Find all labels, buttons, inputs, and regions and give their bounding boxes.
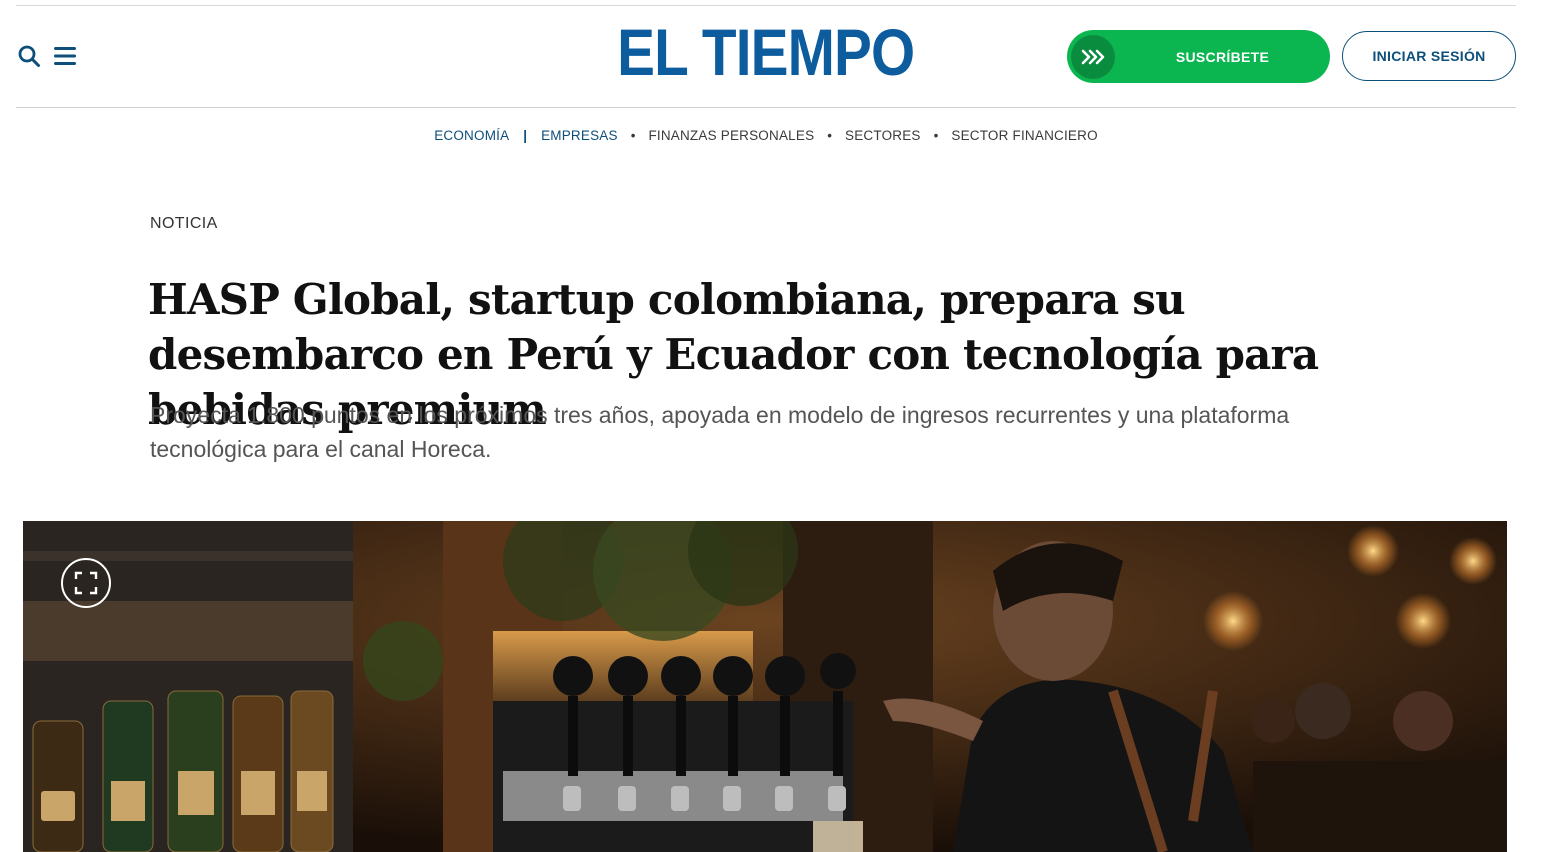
subnav-item-sector-financiero[interactable]: SECTOR FINANCIERO bbox=[951, 128, 1097, 143]
subnav-item-empresas[interactable]: EMPRESAS bbox=[541, 128, 618, 143]
subnav-dot: • bbox=[630, 127, 636, 143]
search-icon[interactable] bbox=[16, 43, 42, 69]
hamburger-menu-icon[interactable] bbox=[52, 43, 78, 69]
page: EL TIEMPO SUSCRÍBETE INICIAR SESIÓN ECON… bbox=[0, 0, 1552, 852]
article-kicker: NOTICIA bbox=[150, 215, 218, 232]
subnav-dot: • bbox=[827, 127, 833, 143]
double-chevron-right-icon bbox=[1071, 35, 1115, 79]
expand-fullscreen-icon[interactable] bbox=[61, 558, 111, 608]
subnav-item-sectores[interactable]: SECTORES bbox=[845, 128, 921, 143]
subscribe-button[interactable]: SUSCRÍBETE bbox=[1067, 30, 1330, 83]
subscribe-label: SUSCRÍBETE bbox=[1175, 48, 1270, 65]
header-left-tools bbox=[16, 42, 78, 70]
section-breadcrumb-nav: ECONOMÍA | EMPRESAS • FINANZAS PERSONALE… bbox=[0, 126, 1532, 144]
subnav-dot: • bbox=[933, 127, 939, 143]
subnav-separator: | bbox=[523, 127, 528, 143]
site-logo[interactable]: EL TIEMPO bbox=[604, 15, 928, 89]
login-button[interactable]: INICIAR SESIÓN bbox=[1342, 31, 1516, 81]
logo-text: EL TIEMPO bbox=[617, 15, 915, 89]
subnav-item-finanzas-personales[interactable]: FINANZAS PERSONALES bbox=[648, 128, 814, 143]
hero-image bbox=[23, 521, 1507, 852]
site-header: EL TIEMPO SUSCRÍBETE INICIAR SESIÓN bbox=[16, 6, 1516, 108]
subnav-item-economia[interactable]: ECONOMÍA bbox=[434, 128, 509, 143]
article-subheadline: Proyecta 1.800 puntos en los próximos tr… bbox=[150, 402, 1290, 462]
hero-image-illustration bbox=[23, 521, 1507, 852]
